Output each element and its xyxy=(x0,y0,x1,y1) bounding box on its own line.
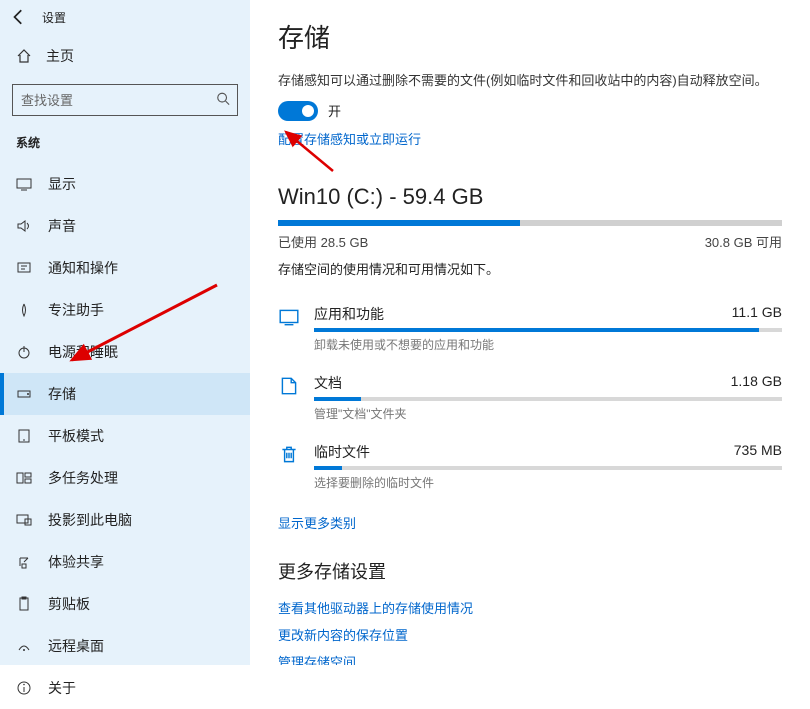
category-name: 应用和功能 xyxy=(314,304,384,324)
home-label: 主页 xyxy=(46,46,74,66)
category-size: 11.1 GB xyxy=(732,304,782,324)
used-label: 已使用 28.5 GB xyxy=(278,232,368,251)
category-temp[interactable]: 临时文件 735 MB 选择要删除的临时文件 xyxy=(278,432,782,501)
category-apps[interactable]: 应用和功能 11.1 GB 卸载未使用或不想要的应用和功能 xyxy=(278,294,782,363)
drive-usage-bar xyxy=(278,220,782,226)
display-icon xyxy=(16,176,32,192)
storage-sense-description: 存储感知可以通过删除不需要的文件(例如临时文件和回收站中的内容)自动释放空间。 xyxy=(278,71,782,91)
sound-icon xyxy=(16,218,32,234)
nav-label: 体验共享 xyxy=(48,552,104,572)
back-button[interactable] xyxy=(10,8,28,26)
home-icon xyxy=(16,48,32,64)
nav-label: 通知和操作 xyxy=(48,258,118,278)
category-bar xyxy=(314,466,782,470)
nav-label: 远程桌面 xyxy=(48,636,104,656)
sidebar-item-focus[interactable]: 专注助手 xyxy=(0,289,250,331)
titlebar: 设置 xyxy=(0,0,250,32)
power-icon xyxy=(16,344,32,360)
sidebar-item-power[interactable]: 电源和睡眠 xyxy=(0,331,250,373)
project-icon xyxy=(16,512,32,528)
share-icon xyxy=(16,554,32,570)
clipboard-icon xyxy=(16,596,32,612)
focus-icon xyxy=(16,302,32,318)
nav-label: 专注助手 xyxy=(48,300,104,320)
nav-label: 声音 xyxy=(48,216,76,236)
category-subtitle: 管理"文档"文件夹 xyxy=(314,405,782,422)
sidebar-item-storage[interactable]: 存储 xyxy=(0,373,250,415)
remote-icon xyxy=(16,638,32,654)
storage-sense-toggle-row: 开 xyxy=(278,101,782,121)
category-name: 临时文件 xyxy=(314,442,370,462)
sidebar-item-project[interactable]: 投影到此电脑 xyxy=(0,499,250,541)
documents-icon xyxy=(278,375,300,397)
nav-list: 显示 声音 通知和操作 专注助手 电源和睡眠 存储 xyxy=(0,163,250,709)
nav-label: 显示 xyxy=(48,174,76,194)
nav-label: 关于 xyxy=(48,678,76,698)
storage-sense-toggle[interactable] xyxy=(278,101,318,121)
free-label: 30.8 GB 可用 xyxy=(705,232,782,251)
drive-usage-bar-fill xyxy=(278,220,520,226)
multitask-icon xyxy=(16,470,32,486)
trash-icon xyxy=(278,444,300,466)
section-header-system: 系统 xyxy=(0,126,250,163)
category-size: 735 MB xyxy=(734,442,782,462)
sidebar: 设置 主页 系统 显示 声音 通知和操作 xyxy=(0,0,250,665)
category-name: 文档 xyxy=(314,373,342,393)
drive-usage-labels: 已使用 28.5 GB 30.8 GB 可用 xyxy=(278,232,782,251)
search-input[interactable] xyxy=(12,84,238,116)
sidebar-item-sound[interactable]: 声音 xyxy=(0,205,250,247)
about-icon xyxy=(16,680,32,696)
sidebar-item-remote[interactable]: 远程桌面 xyxy=(0,625,250,667)
nav-label: 存储 xyxy=(48,384,76,404)
nav-label: 剪贴板 xyxy=(48,594,90,614)
nav-label: 电源和睡眠 xyxy=(48,342,118,362)
link-manage-storage-spaces[interactable]: 管理存储空间 xyxy=(278,652,782,666)
sidebar-item-tablet[interactable]: 平板模式 xyxy=(0,415,250,457)
nav-label: 投影到此电脑 xyxy=(48,510,132,530)
apps-icon xyxy=(278,306,300,328)
show-more-categories-link[interactable]: 显示更多类别 xyxy=(278,513,782,532)
drive-title: Win10 (C:) - 59.4 GB xyxy=(278,184,782,210)
more-storage-settings-title: 更多存储设置 xyxy=(278,558,782,584)
category-bar xyxy=(314,397,782,401)
main-content: 存储 存储感知可以通过删除不需要的文件(例如临时文件和回收站中的内容)自动释放空… xyxy=(250,0,810,665)
category-subtitle: 选择要删除的临时文件 xyxy=(314,474,782,491)
toggle-state-label: 开 xyxy=(328,101,341,120)
sidebar-item-about[interactable]: 关于 xyxy=(0,667,250,709)
category-documents[interactable]: 文档 1.18 GB 管理"文档"文件夹 xyxy=(278,363,782,432)
page-title: 存储 xyxy=(278,18,782,55)
category-subtitle: 卸载未使用或不想要的应用和功能 xyxy=(314,336,782,353)
usage-description: 存储空间的使用情况和可用情况如下。 xyxy=(278,259,782,278)
category-bar xyxy=(314,328,782,332)
search-box xyxy=(12,84,238,116)
sidebar-item-share[interactable]: 体验共享 xyxy=(0,541,250,583)
storage-icon xyxy=(16,386,32,402)
nav-label: 多任务处理 xyxy=(48,468,118,488)
sidebar-item-clipboard[interactable]: 剪贴板 xyxy=(0,583,250,625)
link-change-save-location[interactable]: 更改新内容的保存位置 xyxy=(278,625,782,644)
nav-label: 平板模式 xyxy=(48,426,104,446)
tablet-icon xyxy=(16,428,32,444)
sidebar-item-multitask[interactable]: 多任务处理 xyxy=(0,457,250,499)
sidebar-item-notifications[interactable]: 通知和操作 xyxy=(0,247,250,289)
link-other-drives[interactable]: 查看其他驱动器上的存储使用情况 xyxy=(278,598,782,617)
category-size: 1.18 GB xyxy=(731,373,782,393)
search-icon xyxy=(216,92,230,109)
configure-storage-sense-link[interactable]: 配置存储感知或立即运行 xyxy=(278,129,782,148)
sidebar-item-home[interactable]: 主页 xyxy=(0,32,250,80)
app-title: 设置 xyxy=(42,9,66,26)
notification-icon xyxy=(16,260,32,276)
sidebar-item-display[interactable]: 显示 xyxy=(0,163,250,205)
